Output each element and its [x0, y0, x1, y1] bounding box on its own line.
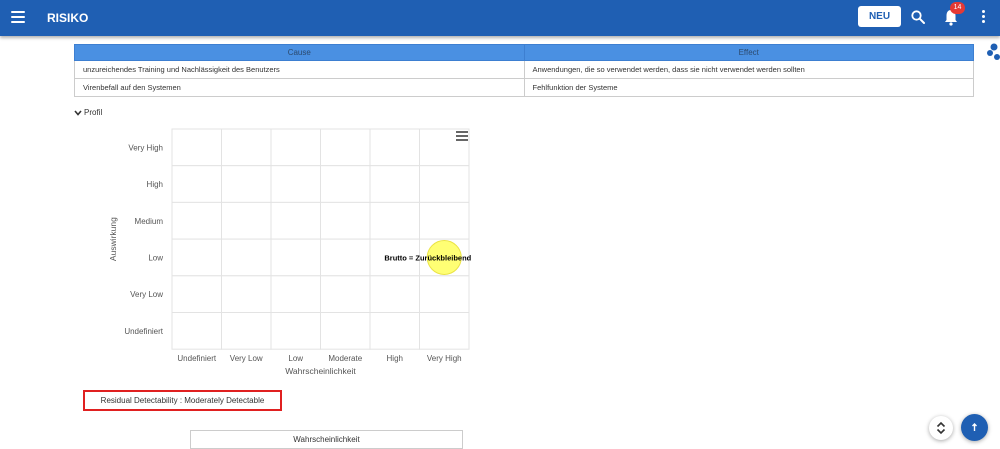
matrix-cell — [221, 275, 272, 314]
y-axis-title: Auswirkung — [108, 217, 118, 261]
menu-icon[interactable] — [11, 11, 25, 25]
chevron-down-icon — [74, 110, 82, 116]
y-tick-label: Undefiniert — [124, 327, 163, 336]
matrix-cell — [270, 238, 321, 277]
probability-header: Wahrscheinlichkeit — [190, 430, 463, 449]
x-tick-label: Low — [288, 354, 303, 363]
x-tick-label: Undefiniert — [177, 354, 216, 363]
x-axis-title: Wahrscheinlichkeit — [285, 366, 356, 376]
matrix-cell — [419, 275, 470, 314]
cause-cell: unzureichendes Training und Nachlässigke… — [74, 60, 525, 79]
new-button[interactable]: NEU — [858, 6, 901, 27]
matrix-cell — [171, 275, 222, 314]
app-title: RISIKO — [47, 11, 89, 25]
top-app-bar: RISIKO NEU 14 — [0, 0, 1000, 36]
y-tick-label: Very High — [128, 143, 163, 152]
matrix-cell — [270, 128, 321, 167]
search-icon[interactable] — [911, 10, 925, 24]
matrix-cell — [221, 165, 272, 203]
matrix-cell — [419, 312, 470, 350]
matrix-cell — [221, 128, 272, 167]
matrix-cell — [171, 128, 222, 167]
chart-menu-icon[interactable] — [456, 131, 468, 141]
matrix-cell — [270, 201, 321, 240]
matrix-cell — [171, 165, 222, 203]
matrix-cell — [320, 165, 371, 203]
cause-cell: Virenbefall auf den Systemen — [74, 78, 525, 97]
x-tick-label: High — [387, 354, 403, 363]
x-tick-label: Very High — [427, 354, 462, 363]
profil-label: Profil — [84, 108, 103, 117]
residual-detectability: Residual Detectability : Moderately Dete… — [83, 390, 282, 411]
matrix-cell — [419, 165, 470, 203]
chevron-up-down-icon — [936, 421, 946, 435]
matrix-cell — [320, 312, 371, 350]
y-tick-label: Medium — [135, 217, 164, 226]
matrix-cell — [221, 312, 272, 350]
matrix-cell — [320, 238, 371, 277]
cause-effect-table: Cause Effect unzureichendes Training und… — [74, 44, 974, 97]
matrix-cell — [171, 312, 222, 350]
matrix-cell — [171, 238, 222, 277]
cause-header: Cause — [74, 44, 525, 61]
matrix-cell — [369, 201, 420, 240]
matrix-cell — [221, 238, 272, 277]
matrix-cell — [270, 165, 321, 203]
profil-toggle[interactable]: Profil — [74, 108, 102, 117]
x-tick-label: Moderate — [328, 354, 362, 363]
paw-icon[interactable] — [986, 42, 1000, 62]
effect-cell: Fehlfunktion der Systeme — [523, 78, 974, 97]
y-tick-label: High — [147, 180, 163, 189]
effect-header: Effect — [523, 44, 974, 61]
table-row: unzureichendes Training und Nachlässigke… — [74, 60, 974, 79]
y-tick-label: Low — [148, 253, 163, 262]
matrix-cell — [369, 128, 420, 167]
matrix-cell — [320, 201, 371, 240]
x-tick-label: Very Low — [230, 354, 263, 363]
more-vert-icon[interactable] — [980, 10, 986, 26]
probability-table: Wahrscheinlichkeit — [190, 430, 463, 449]
table-row: Virenbefall auf den Systemen Fehlfunktio… — [74, 78, 974, 97]
matrix-cell — [369, 165, 420, 203]
scroll-toggle-button[interactable] — [929, 416, 953, 440]
matrix-cell — [320, 128, 371, 167]
matrix-cell — [270, 312, 321, 350]
matrix-cell — [419, 201, 470, 240]
matrix-cell — [171, 201, 222, 240]
risk-point-label: Brutto = Zurückbleibend — [384, 253, 471, 262]
y-tick-label: Very Low — [130, 290, 163, 299]
matrix-cell — [270, 275, 321, 314]
matrix-cell — [320, 275, 371, 314]
notification-badge: 14 — [950, 2, 965, 14]
risk-matrix-chart: Very High High Medium Low Very Low Undefinier… — [108, 128, 472, 376]
effect-cell: Anwendungen, die so verwendet werden, da… — [523, 60, 974, 79]
scroll-to-top-button[interactable] — [961, 414, 988, 441]
matrix-cell — [221, 201, 272, 240]
matrix-cell — [369, 312, 420, 350]
arrow-up-icon — [972, 423, 977, 431]
matrix-cell — [369, 275, 420, 314]
